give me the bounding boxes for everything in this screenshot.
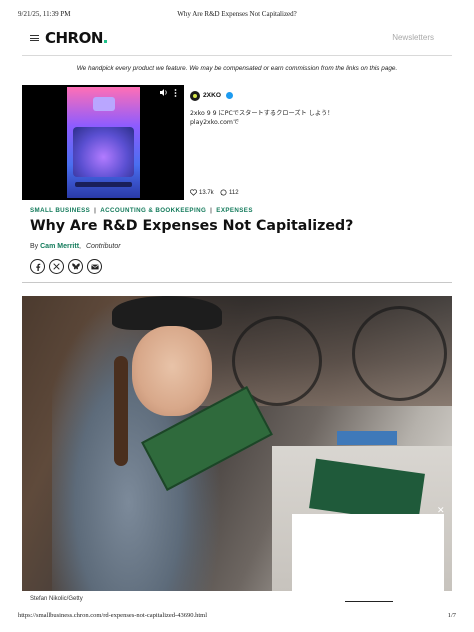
byline-prefix: By — [30, 243, 39, 250]
bluesky-share-button[interactable] — [68, 259, 83, 274]
logo-text: CHRON — [45, 29, 103, 47]
article-divider — [22, 282, 452, 283]
facebook-share-button[interactable] — [30, 259, 45, 274]
article-headline: Why Are R&D Expenses Not Capitalized? — [30, 218, 354, 234]
close-icon[interactable]: ✕ — [437, 505, 445, 516]
site-logo[interactable]: CHRON — [45, 29, 107, 47]
print-footer: https://smallbusiness.chron.com/rd-expen… — [18, 612, 456, 622]
thumbnail-banner — [75, 182, 132, 187]
person-figure — [52, 296, 273, 591]
category-link[interactable]: ACCOUNTING & BOOKKEEPING — [100, 207, 206, 214]
ad-divider — [345, 601, 393, 602]
print-header: 9/21/25, 11:39 PM Why Are R&D Expenses N… — [18, 10, 456, 22]
volume-icon[interactable] — [160, 89, 168, 98]
bicycle-wheel — [352, 306, 447, 401]
email-share-button[interactable] — [87, 259, 102, 274]
post-header: 2XKO — [190, 89, 340, 103]
video-thumbnail[interactable] — [67, 87, 140, 198]
likes-stat[interactable]: 13.7k — [190, 189, 214, 196]
post-text: 2xko 9 9 にPCでスタートするクローズト しよう！play2xko.co… — [190, 110, 334, 126]
facebook-icon — [35, 263, 40, 271]
video-player[interactable] — [22, 85, 184, 200]
category-separator: | — [210, 207, 213, 214]
verified-badge-icon — [226, 92, 233, 99]
face — [132, 326, 212, 416]
x-icon — [53, 263, 60, 270]
ad-slot[interactable] — [292, 514, 444, 596]
category-link[interactable]: SMALL BUSINESS — [30, 207, 90, 214]
heart-icon — [190, 189, 197, 196]
header-divider — [22, 55, 452, 56]
author-role: Contributor — [85, 243, 121, 250]
cap — [112, 296, 222, 330]
social-embed: 2XKO 2xko 9 9 にPCでスタートするクローズト しよう！play2x… — [22, 83, 452, 203]
hamburger-icon[interactable] — [30, 35, 39, 41]
author-suffix: , — [79, 243, 81, 250]
replies-stat[interactable]: 112 — [220, 189, 239, 196]
newsletters-link[interactable]: Newsletters — [392, 33, 434, 42]
thumbnail-logo — [93, 97, 115, 111]
print-page-title: Why Are R&D Expenses Not Capitalized? — [177, 10, 297, 18]
bluesky-icon — [71, 263, 80, 270]
social-post[interactable]: 2XKO 2xko 9 9 にPCでスタートするクローズト しよう！play2x… — [190, 89, 340, 201]
x-share-button[interactable] — [49, 259, 64, 274]
email-icon — [90, 264, 99, 269]
account-name[interactable]: 2XKO — [203, 92, 221, 99]
post-stats: 13.7k 112 — [190, 189, 340, 199]
byline: By Cam Merritt, Contributor — [30, 243, 121, 250]
comment-icon — [220, 189, 227, 196]
category-separator: | — [94, 207, 97, 214]
image-credit: Stefan Nikolic/Getty — [30, 596, 83, 602]
page-number: 1/7 — [447, 612, 456, 619]
account-avatar[interactable] — [190, 91, 200, 101]
site-header: CHRON Newsletters — [25, 28, 449, 50]
affiliate-disclaimer: We handpick every product we feature. We… — [76, 65, 398, 72]
author-link[interactable]: Cam Merritt — [40, 243, 79, 250]
category-link[interactable]: EXPENSES — [216, 207, 253, 214]
blue-component — [337, 431, 397, 445]
thumbnail-scene — [73, 127, 134, 177]
replies-count: 112 — [229, 189, 239, 196]
logo-dot — [103, 40, 107, 43]
print-url: https://smallbusiness.chron.com/rd-expen… — [18, 612, 208, 619]
braid — [114, 356, 128, 466]
category-breadcrumb: SMALL BUSINESS | ACCOUNTING & BOOKKEEPING |… — [30, 207, 253, 214]
more-options-icon[interactable] — [174, 89, 177, 99]
likes-count: 13.7k — [199, 189, 214, 196]
